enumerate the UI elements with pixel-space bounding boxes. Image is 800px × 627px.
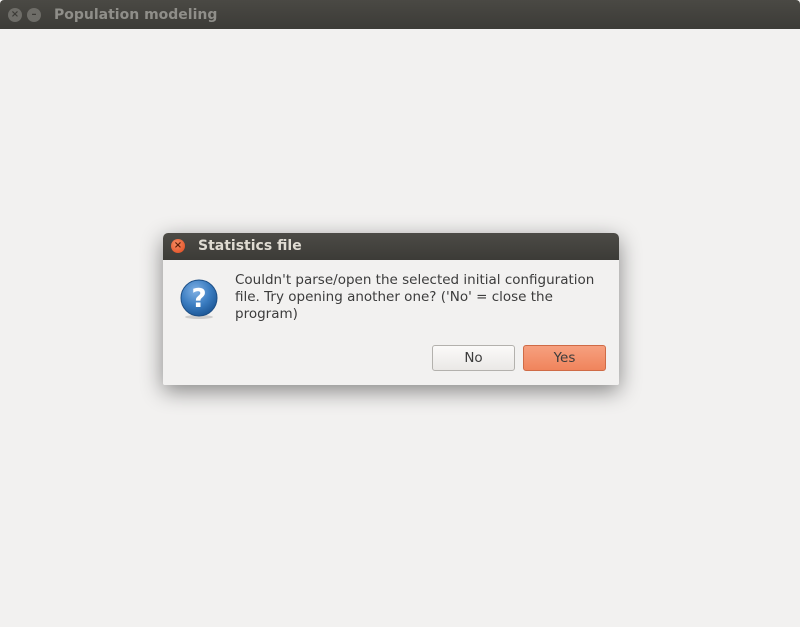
dialog-close-icon[interactable]: ×	[171, 239, 185, 253]
dialog-title: Statistics file	[198, 238, 302, 254]
yes-button[interactable]: Yes	[523, 345, 606, 371]
message-line-1: Couldn't parse/open the selected initial…	[235, 272, 595, 288]
window-minimize-icon[interactable]: –	[27, 8, 41, 22]
no-button[interactable]: No	[432, 345, 515, 371]
question-icon: ?	[180, 279, 218, 319]
window-close-icon[interactable]: ×	[8, 8, 22, 22]
main-titlebar[interactable]: × – Population modeling	[0, 0, 800, 29]
statistics-file-dialog: × Statistics file ? Couldn't parse/open …	[163, 233, 619, 385]
dialog-message: Couldn't parse/open the selected initial…	[235, 272, 615, 323]
message-line-2: file. Try opening another one? ('No' = c…	[235, 289, 553, 322]
dialog-titlebar[interactable]: × Statistics file	[163, 233, 619, 260]
svg-text:?: ?	[191, 284, 206, 314]
window-title: Population modeling	[54, 7, 218, 23]
